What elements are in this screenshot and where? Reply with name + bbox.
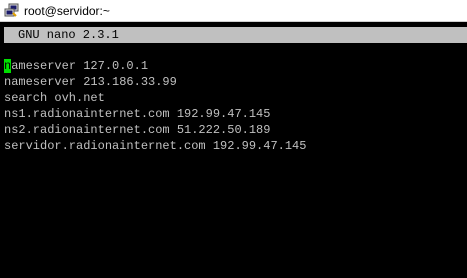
editor-line-2: nameserver 213.186.33.99 [4,75,177,89]
window-title: root@servidor:~ [24,4,110,18]
terminal-area[interactable]: GNU nano 2.3.1 nameserver 127.0.0.1 name… [0,22,467,278]
nano-version-label: GNU nano 2.3.1 [18,28,119,42]
editor-line-5: ns2.radionainternet.com 51.222.50.189 [4,123,271,137]
editor-line-3: search ovh.net [4,91,105,105]
window-titlebar[interactable]: root@servidor:~ [0,0,467,22]
editor-line-4: ns1.radionainternet.com 192.99.47.145 [4,107,271,121]
editor-line-1-text: ameserver 127.0.0.1 [11,59,149,73]
nano-header-bar: GNU nano 2.3.1 [4,27,467,43]
editor-line-1: nameserver 127.0.0.1 [4,58,148,74]
editor-line-6: servidor.radionainternet.com 192.99.47.1… [4,139,307,153]
putty-icon[interactable] [4,3,19,18]
